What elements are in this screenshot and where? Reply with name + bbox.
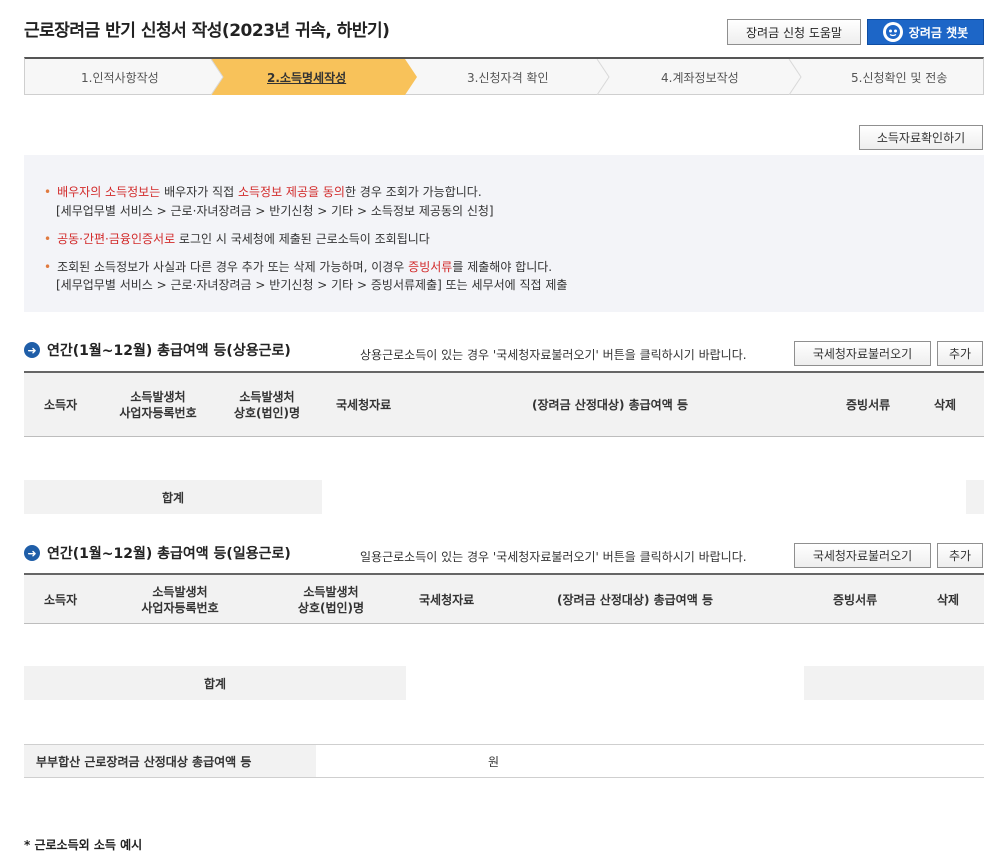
chatbot-icon <box>882 22 903 42</box>
notice-box: • 배우자의 소득정보는 배우자가 직접 소득정보 제공을 동의한 경우 조회가 … <box>24 155 984 312</box>
col-nts: 국세청자료 <box>419 593 475 607</box>
col-nts: 국세청자료 <box>336 398 392 412</box>
page-title: 근로장려금 반기 신청서 작성(2023년 귀속, 하반기) <box>24 21 390 41</box>
couple-total-unit: 원 <box>488 755 500 769</box>
col-delete: 삭제 <box>934 398 957 412</box>
arrow-right-icon: ➜ <box>24 342 40 358</box>
col-total: (장려금 산정대상) 총급여액 등 <box>557 593 713 607</box>
daily-sum-label: 합계 <box>24 666 406 700</box>
step-progress-bar: 1.인적사항작성 2.소득명세작성 3.신청자격 확인 4.계좌정보작성 5.신… <box>24 57 984 95</box>
regular-sum-label: 합계 <box>24 480 322 514</box>
col-corp: 소득발생처 상호(법인)명 <box>297 585 365 615</box>
col-evidence: 증빙서류 <box>833 593 878 607</box>
add-daily-button[interactable]: 추가 <box>937 543 983 568</box>
couple-total-row: 부부합산 근로장려금 산정대상 총급여액 등 원 <box>24 744 984 778</box>
daily-sum-tail <box>804 666 984 700</box>
col-evidence: 증빙서류 <box>846 398 891 412</box>
col-total: (장려금 산정대상) 총급여액 등 <box>532 398 688 412</box>
chatbot-label: 장려금 챗봇 <box>908 25 969 40</box>
col-corp: 소득발생처 상호(법인)명 <box>233 390 301 420</box>
step-3: 3.신청자격 확인 <box>467 71 549 85</box>
regular-sum-tail <box>966 480 984 514</box>
income-example-note: * 근로소득외 소득 예시 <box>24 838 143 852</box>
step-2: 2.소득명세작성 <box>267 71 347 85</box>
load-nts-regular-button[interactable]: 국세청자료불러오기 <box>794 341 931 366</box>
section-regular-title: ➜ 연간(1월~12월) 총급여액 등(상용근로) <box>24 340 291 360</box>
notice-line-3: • 공동·간편·금융인증서로 로그인 시 국세청에 제출된 근로소득이 조회됩니다 <box>44 232 430 246</box>
notice-line-5: [세무업무별 서비스 > 근로·자녀장려금 > 반기신청 > 기타 > 증빙서류… <box>56 278 568 292</box>
col-delete: 삭제 <box>937 593 960 607</box>
notice-line-1: • 배우자의 소득정보는 배우자가 직접 소득정보 제공을 동의한 경우 조회가 … <box>44 185 482 199</box>
col-earner: 소득자 <box>44 593 78 607</box>
step-5: 5.신청확인 및 전송 <box>851 71 948 85</box>
income-check-button[interactable]: 소득자료확인하기 <box>859 125 983 150</box>
section-daily-note: 일용근로소득이 있는 경우 '국세청자료불러오기' 버튼을 클릭하시기 바랍니다… <box>360 550 747 564</box>
arrow-right-icon: ➜ <box>24 545 40 561</box>
notice-line-4: • 조회된 소득정보가 사실과 다른 경우 추가 또는 삭제 가능하며, 이경우 … <box>44 260 553 274</box>
load-nts-daily-button[interactable]: 국세청자료불러오기 <box>794 543 931 568</box>
chatbot-button[interactable]: 장려금 챗봇 <box>867 19 984 45</box>
help-button[interactable]: 장려금 신청 도움말 <box>727 19 861 45</box>
regular-table-header: 소득자 소득발생처 사업자등록번호 소득발생처 상호(법인)명 국세청자료 (장… <box>24 371 984 437</box>
daily-table-header: 소득자 소득발생처 사업자등록번호 소득발생처 상호(법인)명 국세청자료 (장… <box>24 573 984 624</box>
add-regular-button[interactable]: 추가 <box>937 341 983 366</box>
section-regular-note: 상용근로소득이 있는 경우 '국세청자료불러오기' 버튼을 클릭하시기 바랍니다… <box>360 348 747 362</box>
step-1: 1.인적사항작성 <box>81 71 159 85</box>
col-earner: 소득자 <box>44 398 78 412</box>
daily-sum-row: 합계 <box>24 666 984 700</box>
section-daily-title: ➜ 연간(1월~12월) 총급여액 등(일용근로) <box>24 543 291 563</box>
couple-total-label: 부부합산 근로장려금 산정대상 총급여액 등 <box>24 745 316 777</box>
regular-sum-row: 합계 <box>24 480 984 514</box>
notice-line-2: [세무업무별 서비스 > 근로·자녀장려금 > 반기신청 > 기타 > 소득정보… <box>56 204 494 218</box>
step-4: 4.계좌정보작성 <box>661 71 739 85</box>
col-bizno: 소득발생처 사업자등록번호 <box>119 390 197 420</box>
col-bizno: 소득발생처 사업자등록번호 <box>141 585 219 615</box>
